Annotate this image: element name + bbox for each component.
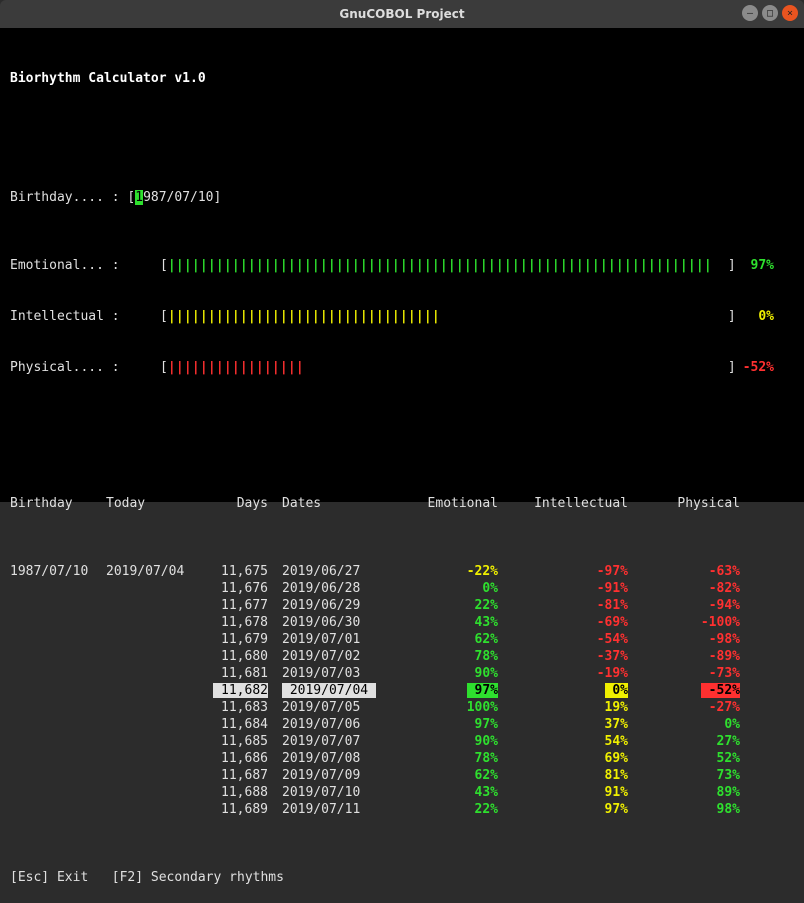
birthday-label: Birthday.... : xyxy=(10,190,127,205)
table-body: 1987/07/102019/07/0411,6752019/06/27-22%… xyxy=(10,563,794,818)
table-row: 1987/07/102019/07/0411,6752019/06/27-22%… xyxy=(10,563,794,580)
minimize-icon[interactable]: – xyxy=(742,5,758,21)
table-header: Birthday Today Days Dates Emotional Inte… xyxy=(10,495,794,512)
hint-esc[interactable]: [Esc] Exit xyxy=(10,870,88,885)
emotional-bar: Emotional... : [||||||||||||||||||||||||… xyxy=(10,257,794,274)
footer: [Esc] Exit [F2] Secondary rhythms xyxy=(10,869,794,886)
table-row: 11,6882019/07/1043%91%89% xyxy=(10,784,794,801)
window-titlebar: GnuCOBOL Project – □ × xyxy=(0,0,804,28)
hint-f2[interactable]: [F2] Secondary rhythms xyxy=(112,870,284,885)
table-row: 11,6792019/07/0162%-54%-98% xyxy=(10,631,794,648)
app-title: Biorhythm Calculator v1.0 xyxy=(10,70,794,87)
table-row: 11,6852019/07/0790%54%27% xyxy=(10,733,794,750)
maximize-icon[interactable]: □ xyxy=(762,5,778,21)
intellectual-bar: Intellectual : [||||||||||||||||||||||||… xyxy=(10,308,794,325)
table-row: 11,6862019/07/0878%69%52% xyxy=(10,750,794,767)
table-row: 11,6772019/06/2922%-81%-94% xyxy=(10,597,794,614)
table-row: 11,6762019/06/280%-91%-82% xyxy=(10,580,794,597)
table-row: 11,6782019/06/3043%-69%-100% xyxy=(10,614,794,631)
table-row: 11,6812019/07/0390%-19%-73% xyxy=(10,665,794,682)
table-row: 11,682 2019/07/04 97% 0% -52% xyxy=(10,682,794,699)
table-row: 11,6892019/07/1122%97%98% xyxy=(10,801,794,818)
table-row: 11,6802019/07/0278%-37%-89% xyxy=(10,648,794,665)
physical-bar: Physical.... : [||||||||||||||||| ] -52% xyxy=(10,359,794,376)
birthday-input-row[interactable]: Birthday.... : [1987/07/10] xyxy=(10,189,794,206)
window-title: GnuCOBOL Project xyxy=(339,7,464,21)
table-row: 11,6832019/07/05100%19%-27% xyxy=(10,699,794,716)
table-row: 11,6842019/07/0697%37%0% xyxy=(10,716,794,733)
terminal: Biorhythm Calculator v1.0 Birthday.... :… xyxy=(0,28,804,502)
cursor-icon: 1 xyxy=(135,190,143,205)
close-icon[interactable]: × xyxy=(782,5,798,21)
window-controls: – □ × xyxy=(742,5,798,21)
table-row: 11,6872019/07/0962%81%73% xyxy=(10,767,794,784)
